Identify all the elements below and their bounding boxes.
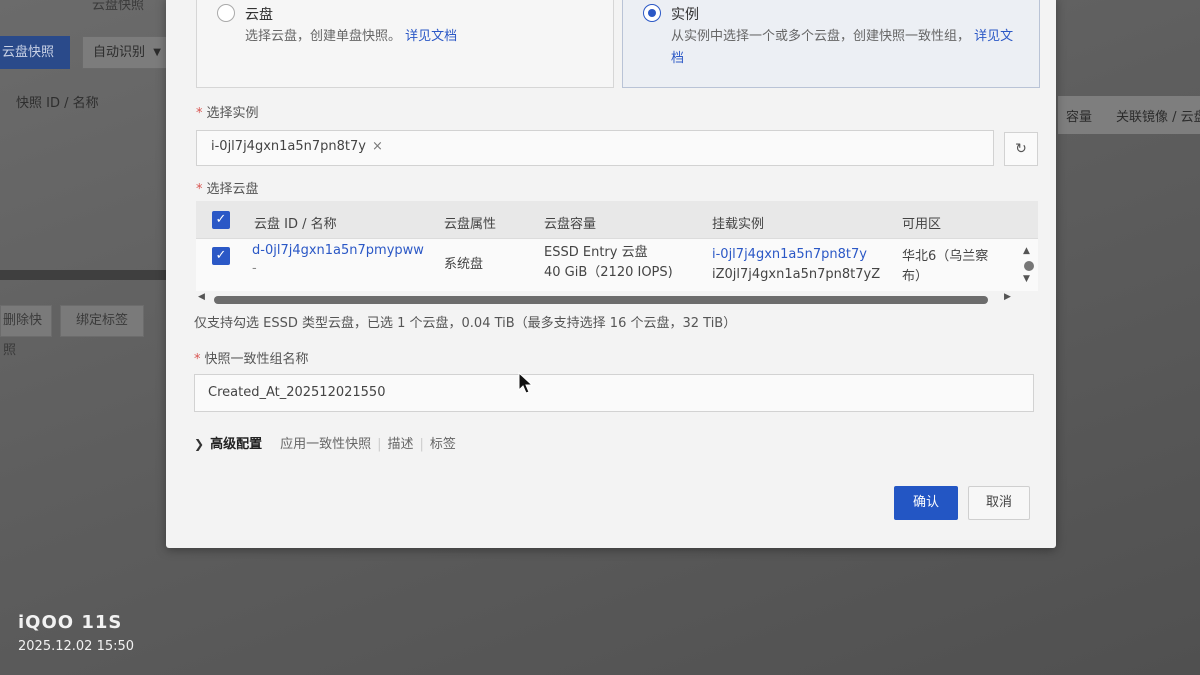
select-disk-label-text: 选择云盘: [206, 182, 259, 197]
background-column-snapshot-id: 快照 ID / 名称: [16, 96, 99, 111]
chevron-right-icon: ❯: [194, 437, 205, 451]
mode-disk-description-text: 选择云盘，创建单盘快照。: [245, 29, 402, 44]
mode-instance-title: 实例: [671, 7, 699, 23]
radio-disk[interactable]: [217, 4, 235, 22]
background-tag-button[interactable]: 绑定标签: [60, 305, 144, 337]
group-name-label-text: 快照一致性组名称: [204, 352, 309, 367]
required-mark: *: [196, 106, 203, 121]
column-disk-capacity: 云盘容量: [544, 217, 597, 232]
disk-capacity-size: 40 GiB（2120 IOPS): [544, 265, 673, 280]
advanced-item-description: 描述: [387, 437, 414, 452]
watermark-datetime: 2025.12.02 15:50: [18, 639, 135, 654]
group-name-input[interactable]: Created_At_202512021550: [194, 374, 1034, 412]
mode-card-instance[interactable]: 实例 从实例中选择一个或多个云盘，创建快照一致性组， 详见文档: [622, 0, 1040, 88]
background-divider: [0, 270, 168, 280]
scroll-right-icon[interactable]: ▶: [1004, 292, 1011, 302]
scroll-thumb[interactable]: [1024, 261, 1034, 271]
disk-selection-hint: 仅支持勾选 ESSD 类型云盘，已选 1 个云盘，0.04 TiB（最多支持选择…: [194, 316, 737, 331]
mode-disk-title: 云盘: [245, 7, 273, 23]
camera-watermark: iQOO 11S 2025.12.02 15:50: [18, 612, 134, 654]
column-zone: 可用区: [902, 217, 942, 232]
disk-capacity-type: ESSD Entry 云盘: [544, 245, 648, 260]
advanced-config-toggle[interactable]: ❯ 高级配置 应用一致性快照 | 描述 | 标签: [194, 433, 456, 452]
column-mount-instance: 挂载实例: [712, 217, 765, 232]
scroll-left-icon[interactable]: ◀: [198, 292, 205, 302]
mode-card-disk[interactable]: 云盘 选择云盘，创建单盘快照。 详见文档: [196, 0, 614, 88]
radio-instance[interactable]: [643, 4, 661, 22]
advanced-item-app-consistent: 应用一致性快照: [280, 437, 372, 452]
watermark-brand: iQOO 11S: [18, 612, 123, 633]
background-snapshot-button[interactable]: 云盘快照: [0, 36, 70, 69]
disk-attribute: 系统盘: [444, 257, 484, 272]
table-row[interactable]: ✓ d-0jl7j4gxn1a5n7pmypww - 系统盘 ESSD Entr…: [196, 239, 1038, 291]
select-instance-label-text: 选择实例: [206, 106, 259, 121]
disk-id-link[interactable]: d-0jl7j4gxn1a5n7pmypww: [252, 241, 424, 261]
background-filter-select[interactable]: 自动识别 ▼: [82, 36, 170, 69]
advanced-item-tags: 标签: [429, 437, 456, 452]
background-column-capacity: 容量: [1066, 110, 1093, 125]
zone-line-1: 华北6（乌兰察: [902, 249, 989, 264]
table-horizontal-scrollbar[interactable]: ◀ ▶: [196, 292, 1016, 304]
mode-disk-description: 选择云盘，创建单盘快照。 详见文档: [245, 26, 595, 48]
scroll-down-icon[interactable]: ▼: [1023, 274, 1030, 284]
instance-select-input[interactable]: i-0jl7j4gxn1a5n7pn8t7y ×: [196, 130, 994, 166]
instance-tag-text: i-0jl7j4gxn1a5n7pn8t7y: [211, 139, 366, 154]
background-delete-button[interactable]: 删除快照: [0, 305, 52, 358]
separator: |: [419, 437, 424, 452]
select-all-checkbox[interactable]: ✓: [212, 211, 230, 229]
disk-table-header: ✓ 云盘 ID / 名称 云盘属性 云盘容量 挂载实例 可用区: [196, 201, 1038, 239]
disk-table: ✓ 云盘 ID / 名称 云盘属性 云盘容量 挂载实例 可用区 ✓ d-0jl7…: [196, 201, 1038, 291]
mouse-cursor-icon: [518, 372, 534, 394]
zone-line-2: 布）: [902, 269, 929, 284]
separator: |: [377, 437, 382, 452]
scroll-thumb-horizontal[interactable]: [214, 296, 988, 304]
column-disk-id: 云盘 ID / 名称: [254, 217, 337, 232]
required-mark: *: [196, 182, 203, 197]
select-instance-label: * 选择实例: [196, 102, 259, 121]
mode-disk-doc-link[interactable]: 详见文档: [405, 29, 457, 44]
confirm-button[interactable]: 确认: [894, 486, 958, 520]
mode-instance-description-text: 从实例中选择一个或多个云盘，创建快照一致性组，: [671, 29, 971, 44]
column-disk-attribute: 云盘属性: [444, 217, 497, 232]
background-right-columns: 容量 关联镜像 / 云盘: [1058, 96, 1200, 134]
disk-name: -: [252, 261, 257, 276]
mount-instance-link[interactable]: i-0jl7j4gxn1a5n7pn8t7y: [712, 245, 867, 265]
mode-instance-description: 从实例中选择一个或多个云盘，创建快照一致性组， 详见文档: [671, 26, 1021, 70]
required-mark: *: [194, 352, 201, 367]
create-snapshot-dialog: 云盘 选择云盘，创建单盘快照。 详见文档 实例 从实例中选择一个或多个云盘，创建…: [166, 0, 1056, 548]
group-name-label: * 快照一致性组名称: [194, 348, 309, 367]
mount-instance-name: iZ0jl7j4gxn1a5n7pn8t7yZ: [712, 267, 881, 282]
advanced-config-title[interactable]: 高级配置: [210, 437, 262, 452]
scroll-up-icon[interactable]: ▲: [1023, 246, 1030, 256]
cancel-button[interactable]: 取消: [968, 486, 1030, 520]
instance-tag: i-0jl7j4gxn1a5n7pn8t7y ×: [211, 139, 383, 154]
chevron-down-icon: ▼: [153, 47, 161, 58]
background-column-linked: 关联镜像 / 云盘: [1116, 110, 1200, 125]
row-checkbox[interactable]: ✓: [212, 247, 230, 265]
background-tab-snapshot[interactable]: 云盘快照: [84, 0, 174, 14]
select-disk-label: * 选择云盘: [196, 178, 259, 197]
refresh-button[interactable]: ↻: [1004, 132, 1038, 166]
table-vertical-scrollbar[interactable]: ▲ ▼: [1023, 246, 1035, 286]
background-filter-label: 自动识别: [93, 45, 146, 60]
close-icon[interactable]: ×: [372, 139, 383, 154]
refresh-icon: ↻: [1015, 141, 1027, 157]
